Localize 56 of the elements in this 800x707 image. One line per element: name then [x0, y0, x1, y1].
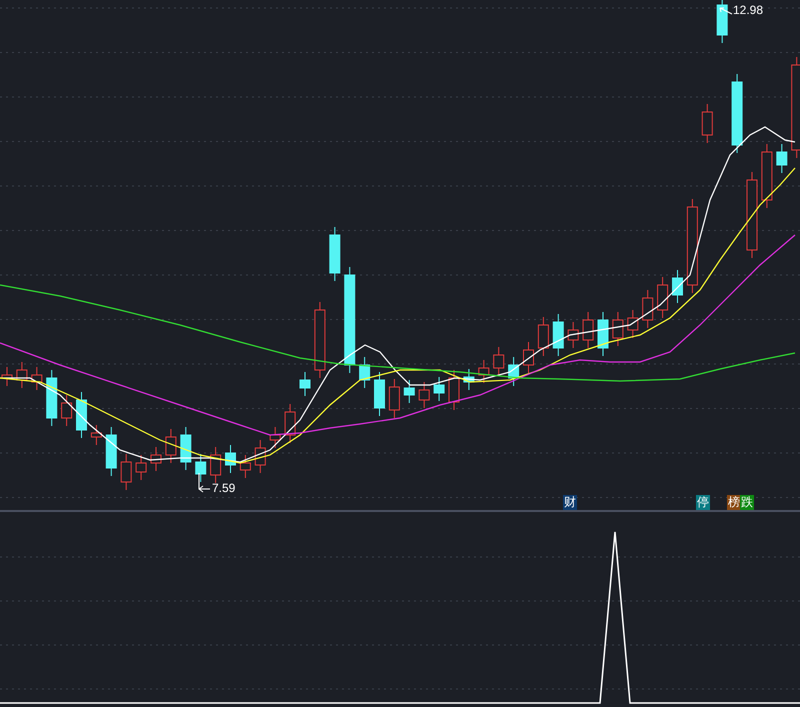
candlestick: [300, 372, 310, 396]
candlestick: [120, 454, 132, 490]
candlestick: [388, 378, 400, 418]
candlestick: [716, 0, 728, 44]
candlestick: [195, 454, 206, 482]
candlestick: [61, 394, 72, 426]
low-price-label: 7.59: [212, 482, 236, 494]
candlestick: [165, 428, 176, 464]
candlestick: [448, 370, 460, 410]
candlestick: [90, 424, 102, 446]
candlestick: [434, 376, 445, 402]
candlestick: [612, 312, 624, 346]
candlestick: [31, 366, 42, 390]
candlestick: [270, 426, 281, 448]
signal-tag: 停: [696, 495, 710, 510]
candlestick: [136, 454, 147, 480]
candlestick: [46, 370, 58, 426]
low-arrow-icon: [198, 472, 210, 492]
candlestick: [418, 382, 430, 408]
candlestick: [284, 404, 296, 444]
candlestick: [627, 310, 638, 338]
candlestick: [598, 312, 608, 356]
high-price-label: 12.98: [733, 4, 764, 16]
candlestick: [329, 226, 340, 282]
candlestick: [568, 322, 579, 348]
candlestick: [672, 270, 683, 304]
candlestick: [254, 440, 266, 474]
candlestick: [240, 454, 251, 478]
candlestick: [657, 276, 668, 318]
candlestick: [150, 446, 162, 472]
candlestick: [225, 444, 236, 474]
candlestick: [76, 392, 87, 438]
candlestick: [374, 372, 385, 416]
candlestick: [761, 144, 772, 208]
candlestick: [702, 104, 713, 144]
candlestick: [106, 426, 117, 476]
candlestick: [523, 342, 534, 374]
candlestick: [359, 356, 370, 388]
signal-tag: 榜: [727, 495, 741, 510]
signal-tag: 跌: [740, 495, 754, 510]
candlestick: [582, 312, 594, 348]
candlestick: [538, 316, 549, 356]
candlestick: [478, 360, 490, 384]
signal-tag: 财: [563, 495, 577, 510]
high-arrow-icon: [720, 8, 732, 14]
candlestick: [552, 314, 564, 356]
candlestick: [16, 362, 28, 388]
candlestick: [2, 366, 12, 386]
candlestick: [776, 144, 788, 174]
candlestick: [404, 380, 415, 404]
candlestick: [508, 356, 520, 386]
candlestick: [180, 426, 192, 470]
candlestick: [463, 368, 474, 390]
candlestick: [642, 290, 654, 328]
candlestick: [210, 446, 222, 484]
candlestick: [493, 346, 504, 376]
